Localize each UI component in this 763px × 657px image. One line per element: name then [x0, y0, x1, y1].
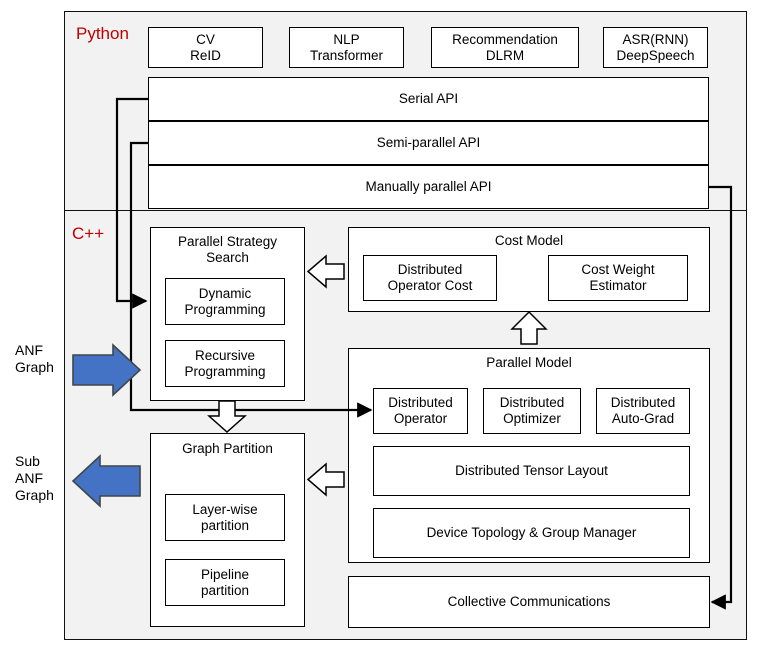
application-line1: Recommendation	[452, 31, 558, 47]
partition-item-line1: Pipeline	[200, 566, 250, 582]
application-line2: DLRM	[485, 47, 525, 63]
cost-model-title: Cost Model	[494, 233, 564, 248]
cpp-layer-label: C++	[72, 224, 105, 243]
cost-item-line1: Distributed	[397, 262, 463, 278]
strategy-item-recursive-programming[interactable]: Recursive Programming	[165, 340, 285, 387]
parallel-model-item-distributed-operator[interactable]: Distributed Operator	[373, 388, 468, 434]
pm-item-line2: Auto-Grad	[611, 411, 675, 426]
api-label: Serial API	[398, 91, 459, 107]
parallel-model-item-device-topology-group-manager[interactable]: Device Topology & Group Manager	[373, 508, 690, 558]
application-box-cv-reid[interactable]: CV ReID	[148, 27, 263, 68]
cost-model-item-cost-weight-estimator[interactable]: Cost Weight Estimator	[548, 255, 688, 301]
application-box-asr-deepspeech[interactable]: ASR(RNN) DeepSpeech	[603, 27, 708, 68]
application-line1: CV	[196, 31, 215, 47]
application-box-recommendation-dlrm[interactable]: Recommendation DLRM	[431, 27, 579, 68]
application-line1: ASR(RNN)	[622, 31, 689, 47]
api-label: Semi-parallel API	[376, 135, 481, 151]
pm-item-line2: Operator	[393, 411, 448, 426]
api-box-serial[interactable]: Serial API	[148, 77, 709, 121]
python-layer-label: Python	[76, 24, 129, 43]
api-box-manually-parallel[interactable]: Manually parallel API	[148, 165, 709, 209]
partition-item-line2: partition	[200, 582, 250, 598]
collective-communications-box[interactable]: Collective Communications	[348, 576, 710, 628]
application-line1: NLP	[333, 31, 360, 47]
parallel-strategy-search-title: Parallel Strategy Search	[177, 234, 278, 265]
pm-item-line1: Distributed	[610, 395, 676, 411]
pm-item-line1: Distributed	[388, 395, 453, 411]
partition-item-line2: partition	[200, 517, 250, 533]
pm-wide-label: Distributed Tensor Layout	[455, 463, 608, 479]
application-line2: Transformer	[309, 47, 383, 63]
pm-item-line2: Optimizer	[503, 411, 561, 426]
partition-item-layer-wise[interactable]: Layer-wise partition	[165, 494, 285, 541]
api-label: Manually parallel API	[365, 179, 492, 195]
cost-item-line2: Estimator	[589, 278, 647, 293]
output-sub-anf-graph-label: Sub ANF Graph	[15, 453, 54, 503]
parallel-model-title: Parallel Model	[486, 355, 572, 370]
cost-model-item-distributed-operator-cost[interactable]: Distributed Operator Cost	[363, 255, 497, 301]
pm-item-line1: Distributed	[499, 395, 565, 411]
pm-wide-label: Device Topology & Group Manager	[426, 525, 637, 541]
api-box-semi-parallel[interactable]: Semi-parallel API	[148, 121, 709, 165]
parallel-model-item-distributed-tensor-layout[interactable]: Distributed Tensor Layout	[373, 446, 690, 496]
cost-item-line1: Cost Weight	[581, 262, 655, 278]
parallel-model-item-distributed-auto-grad[interactable]: Distributed Auto-Grad	[596, 388, 690, 434]
partition-item-line1: Layer-wise	[192, 501, 258, 517]
strategy-item-dynamic-programming[interactable]: Dynamic Programming	[165, 278, 285, 325]
input-anf-graph-label: ANF Graph	[15, 342, 54, 375]
strategy-item-line2: Programming	[184, 363, 266, 379]
strategy-item-line1: Recursive	[194, 347, 256, 363]
collective-label: Collective Communications	[447, 594, 611, 610]
strategy-item-line2: Programming	[184, 301, 266, 317]
application-box-nlp-transformer[interactable]: NLP Transformer	[289, 27, 404, 68]
partition-item-pipeline[interactable]: Pipeline partition	[165, 559, 285, 606]
cost-item-line2: Operator Cost	[387, 278, 473, 293]
strategy-item-line1: Dynamic	[198, 285, 252, 301]
application-line2: DeepSpeech	[616, 47, 695, 63]
application-line2: ReID	[190, 47, 221, 63]
graph-partition-title: Graph Partition	[182, 441, 273, 456]
parallel-model-item-distributed-optimizer[interactable]: Distributed Optimizer	[483, 388, 581, 434]
